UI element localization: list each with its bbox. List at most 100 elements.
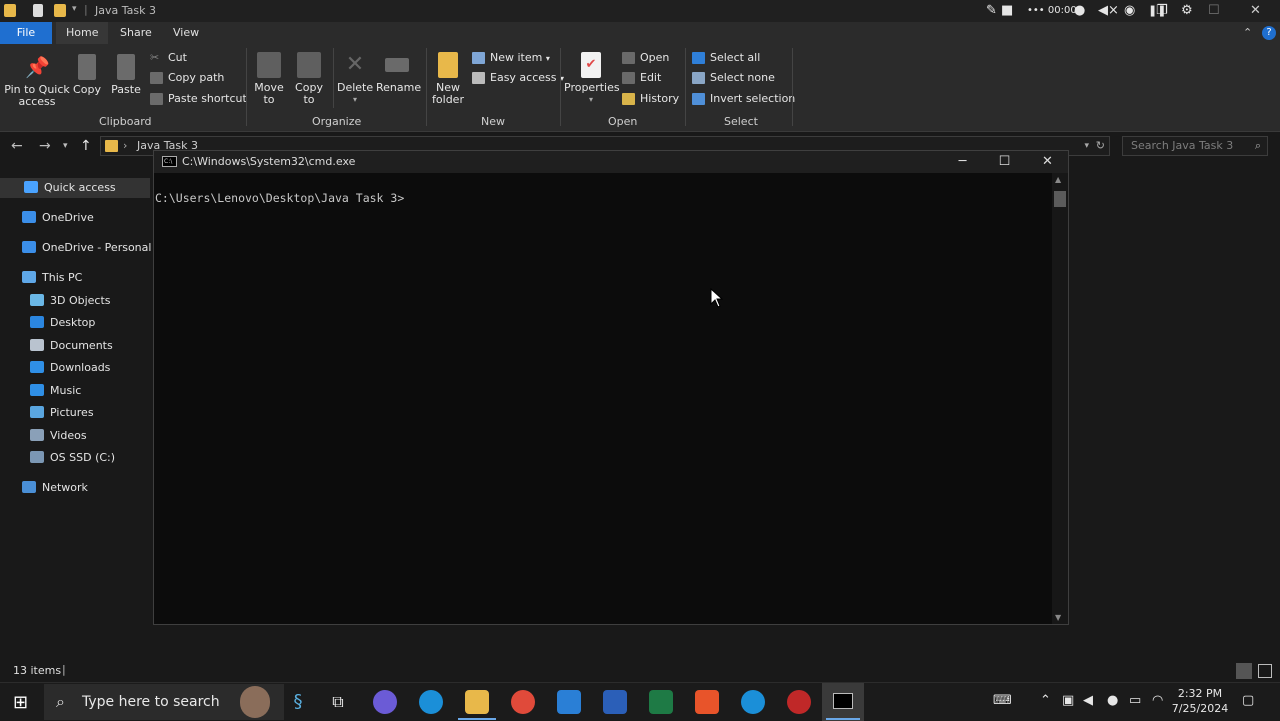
customize-toolbar-icon[interactable]: ▾ (72, 4, 77, 14)
edit-button[interactable]: Edit (622, 70, 661, 86)
refresh-icon[interactable]: ↻ (1096, 137, 1105, 155)
windows-start-icon[interactable]: ⊞ (13, 692, 28, 713)
nav-item-music[interactable]: Music (30, 381, 81, 401)
properties-icon[interactable] (33, 4, 43, 17)
select-none-button[interactable]: Select none (692, 70, 775, 86)
gear-icon[interactable]: ⚙ (1181, 3, 1193, 18)
details-view-icon[interactable] (1236, 663, 1252, 679)
tab-share[interactable]: Share (110, 22, 162, 44)
new-folder-icon[interactable] (54, 4, 66, 17)
paste-button[interactable]: Paste (110, 54, 142, 96)
battery-icon[interactable]: ▭ (1129, 693, 1141, 708)
new-folder-button[interactable]: New folder (430, 52, 466, 106)
taskbar-clock[interactable]: 2:32 PM 7/25/2024 (1168, 686, 1232, 716)
delete-dropdown-icon[interactable]: ▾ (337, 94, 373, 106)
volume-icon[interactable]: ◀ (1083, 693, 1093, 708)
window-icon[interactable]: ❐ (1156, 3, 1168, 18)
nav-label: Network (42, 481, 88, 494)
edge-icon[interactable] (419, 690, 443, 714)
explorer-maximize-icon[interactable]: ☐ (1208, 3, 1220, 18)
copy-to-button[interactable]: Copy to (292, 52, 326, 106)
brave-icon[interactable] (695, 690, 719, 714)
nav-item-downloads[interactable]: Downloads (30, 358, 110, 378)
cmd-scroll-thumb[interactable] (1054, 191, 1066, 207)
nav-item-quick-access[interactable]: Quick access (0, 178, 150, 198)
show-hidden-icons-icon[interactable]: ⌃ (1040, 693, 1051, 708)
select-all-button[interactable]: Select all (692, 50, 760, 66)
cmd-maximize-button[interactable]: ☐ (983, 151, 1026, 173)
explorer-close-icon[interactable]: ✕ (1250, 3, 1261, 18)
copilot-icon[interactable] (373, 690, 397, 714)
tab-view[interactable]: View (163, 22, 209, 44)
help-icon[interactable]: ? (1262, 26, 1276, 40)
nav-item-this-pc[interactable]: This PC (22, 268, 82, 288)
chrome-icon[interactable] (511, 690, 535, 714)
forward-arrow-icon[interactable]: → (39, 138, 51, 154)
nav-item-3d-objects[interactable]: 3D Objects (30, 291, 111, 311)
cmd-scrollbar[interactable]: ▲ ▼ (1052, 173, 1068, 624)
nav-item-onedrive[interactable]: OneDrive (22, 208, 94, 228)
address-dropdown-icon[interactable]: ▾ (1084, 137, 1089, 155)
speaker-mute-icon[interactable]: ◀× (1098, 3, 1119, 18)
large-icons-view-icon[interactable] (1258, 664, 1272, 678)
nav-item-onedrive-personal[interactable]: OneDrive - Personal (22, 238, 151, 258)
mail-icon[interactable] (557, 690, 581, 714)
cut-button[interactable]: ✂ Cut (150, 50, 187, 66)
cmd-console[interactable]: C:\Users\Lenovo\Desktop\Java Task 3> (154, 173, 1054, 624)
tab-home[interactable]: Home (56, 22, 109, 44)
nav-label: OneDrive (42, 211, 94, 224)
file-explorer-icon[interactable] (465, 690, 489, 714)
copy-button[interactable]: Copy (72, 54, 102, 96)
recorder-app-icon[interactable] (787, 690, 811, 714)
scroll-down-icon[interactable]: ▼ (1055, 613, 1061, 622)
meet-now-icon[interactable]: ▣ (1062, 693, 1074, 708)
dna-icon[interactable]: § (286, 690, 310, 714)
copy-path-button[interactable]: Copy path (150, 70, 224, 86)
nav-item-desktop[interactable]: Desktop (30, 313, 95, 333)
delete-button[interactable]: ✕ Delete ▾ (337, 52, 373, 106)
task-view-icon[interactable]: ⧉ (326, 690, 350, 714)
keyboard-icon[interactable]: ⌨ (993, 693, 1012, 708)
word-icon[interactable] (603, 690, 627, 714)
nav-item-pictures[interactable]: Pictures (30, 403, 94, 423)
record-icon[interactable]: ◉ (1124, 3, 1135, 18)
recent-locations-icon[interactable]: ▾ (63, 141, 68, 151)
nav-item-documents[interactable]: Documents (30, 336, 113, 356)
app-c-icon[interactable] (741, 690, 765, 714)
pin-to-quick-access-button[interactable]: 📌 Pin to Quick access (4, 54, 70, 108)
history-button[interactable]: History (622, 91, 679, 107)
rename-label: Rename (376, 81, 422, 94)
open-button[interactable]: Open (622, 50, 669, 66)
properties-button[interactable]: ✔ Properties ▾ (564, 52, 620, 106)
rename-button[interactable]: Rename (376, 52, 422, 94)
cmd-window[interactable]: C:\ C:\Windows\System32\cmd.exe ─ ☐ ✕ C:… (153, 150, 1069, 625)
nav-item-os-ssd[interactable]: OS SSD (C:) (30, 448, 115, 468)
move-to-button[interactable]: Move to (252, 52, 286, 106)
microphone-icon[interactable]: ● (1074, 3, 1085, 18)
nav-item-network[interactable]: Network (22, 478, 88, 498)
wifi-icon[interactable]: ◠ (1152, 693, 1163, 708)
notifications-icon[interactable]: ▢ (1242, 693, 1254, 708)
cmd-minimize-button[interactable]: ─ (941, 151, 984, 173)
microphone-tray-icon[interactable]: ● (1107, 693, 1118, 708)
sticky-icon[interactable]: ✎ (986, 3, 997, 18)
tab-file[interactable]: File (0, 22, 52, 44)
up-arrow-icon[interactable]: ↑ (80, 138, 92, 154)
easy-access-button[interactable]: Easy access ▾ (472, 70, 564, 86)
cmd-close-button[interactable]: ✕ (1026, 151, 1069, 173)
properties-dropdown-icon[interactable]: ▾ (564, 94, 618, 106)
nav-item-videos[interactable]: Videos (30, 426, 87, 446)
invert-selection-button[interactable]: Invert selection (692, 91, 795, 107)
excel-icon[interactable] (649, 690, 673, 714)
navigation-pane: Quick access OneDrive OneDrive - Persona… (0, 160, 151, 660)
camera-icon[interactable]: ■ (1001, 3, 1013, 18)
new-item-button[interactable]: New item ▾ (472, 50, 550, 66)
back-arrow-icon[interactable]: ← (11, 138, 23, 154)
cmd-taskbar-button[interactable] (822, 683, 864, 721)
scroll-up-icon[interactable]: ▲ (1055, 175, 1061, 184)
paste-shortcut-button[interactable]: Paste shortcut (150, 91, 247, 107)
taskbar-search-box[interactable]: ⌕ Type here to search (44, 684, 284, 720)
cmd-title-bar[interactable]: C:\ C:\Windows\System32\cmd.exe ─ ☐ ✕ (154, 151, 1068, 173)
collapse-ribbon-icon[interactable]: ⌃ (1243, 26, 1252, 39)
search-input[interactable]: Search Java Task 3 ⌕ (1122, 136, 1268, 156)
